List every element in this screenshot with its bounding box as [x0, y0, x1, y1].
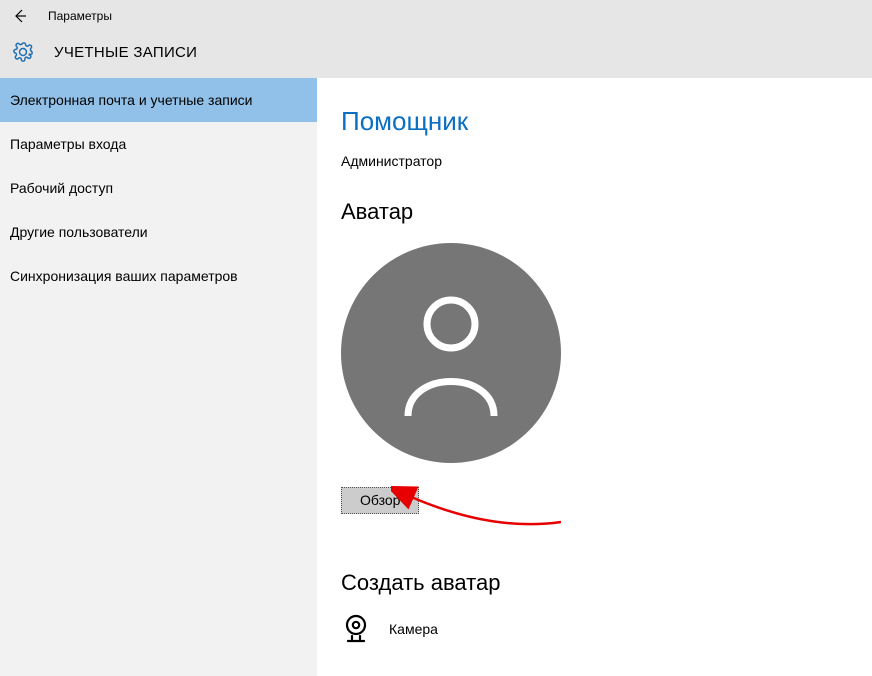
gear-icon — [12, 41, 34, 63]
browse-button-label: Обзор — [360, 492, 400, 508]
create-avatar-heading: Создать аватар — [341, 570, 872, 596]
sidebar-item-signin-options[interactable]: Параметры входа — [0, 122, 317, 166]
camera-label: Камера — [389, 621, 438, 637]
title-bar: Параметры — [0, 0, 872, 32]
avatar — [341, 243, 561, 463]
sidebar-item-other-users[interactable]: Другие пользователи — [0, 210, 317, 254]
sidebar-item-label: Другие пользователи — [10, 224, 148, 240]
sidebar-item-label: Параметры входа — [10, 136, 126, 152]
section-header: УЧЕТНЫЕ ЗАПИСИ — [0, 32, 872, 78]
avatar-heading: Аватар — [341, 199, 872, 225]
user-name: Помощник — [341, 106, 872, 137]
sidebar-item-label: Рабочий доступ — [10, 180, 113, 196]
person-icon — [396, 288, 506, 418]
sidebar-item-work-access[interactable]: Рабочий доступ — [0, 166, 317, 210]
sidebar-item-email-accounts[interactable]: Электронная почта и учетные записи — [0, 78, 317, 122]
sidebar-item-sync-settings[interactable]: Синхронизация ваших параметров — [0, 254, 317, 298]
camera-option[interactable]: Камера — [341, 614, 872, 644]
sidebar-item-label: Синхронизация ваших параметров — [10, 268, 238, 284]
browse-button[interactable]: Обзор — [341, 487, 419, 514]
sidebar-item-label: Электронная почта и учетные записи — [10, 92, 252, 108]
body: Электронная почта и учетные записи Парам… — [0, 78, 872, 676]
back-button[interactable] — [6, 2, 34, 30]
section-title: УЧЕТНЫЕ ЗАПИСИ — [54, 44, 197, 61]
arrow-left-icon — [12, 8, 28, 24]
app-title: Параметры — [48, 9, 112, 23]
sidebar: Электронная почта и учетные записи Парам… — [0, 78, 317, 676]
camera-icon — [341, 614, 371, 644]
user-role: Администратор — [341, 153, 872, 169]
content-pane: Помощник Администратор Аватар Обзор Созд… — [317, 78, 872, 676]
